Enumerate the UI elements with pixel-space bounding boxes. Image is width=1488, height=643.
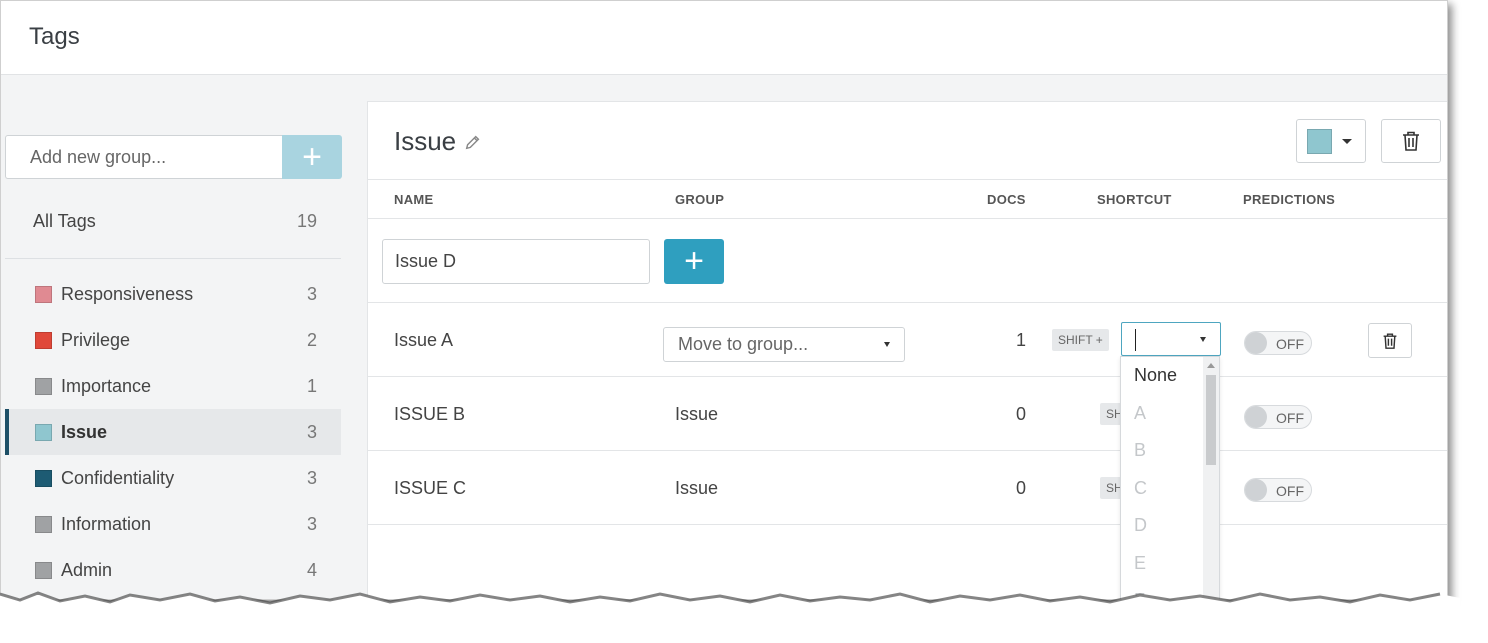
move-to-group-select[interactable]: Move to group... — [663, 327, 905, 362]
sidebar-item-admin[interactable]: Admin 4 — [5, 547, 341, 593]
table-row: ISSUE C Issue 0 SH OFF — [368, 451, 1447, 525]
sidebar-item-count: 3 — [306, 513, 317, 534]
sidebar: Add new group... + All Tags 19 Responsiv… — [1, 75, 367, 599]
caret-down-icon — [1342, 138, 1352, 144]
sidebar-item-all-tags[interactable]: All Tags 19 — [5, 199, 341, 243]
color-swatch — [35, 561, 52, 579]
delete-tag-button[interactable] — [1368, 323, 1412, 358]
color-swatch — [35, 331, 52, 349]
tag-name: Issue A — [394, 330, 454, 350]
color-swatch — [35, 285, 52, 303]
text-cursor — [1135, 329, 1136, 351]
sidebar-item-label: Information — [61, 513, 152, 534]
sidebar-item-label: Admin — [61, 559, 113, 580]
predictions-toggle[interactable]: OFF — [1244, 405, 1312, 429]
column-header-name: NAME — [394, 192, 434, 207]
toggle-knob — [1245, 479, 1267, 501]
toggle-label: OFF — [1276, 483, 1304, 499]
group-color-chip — [1307, 128, 1332, 154]
column-header-shortcut: SHORTCUT — [1097, 192, 1172, 207]
shortcut-dropdown-list: None A B C D E F — [1120, 356, 1220, 599]
toggle-label: OFF — [1276, 336, 1304, 352]
toggle-knob — [1245, 406, 1267, 428]
tags-window: Tags Add new group... + All Tags 19 Resp… — [0, 0, 1448, 600]
sidebar-item-count: 1 — [306, 375, 317, 396]
sidebar-item-label: Importance — [61, 375, 152, 396]
tag-name: ISSUE B — [394, 404, 466, 424]
sidebar-item-importance[interactable]: Importance 1 — [5, 363, 341, 409]
sidebar-item-responsiveness[interactable]: Responsiveness 3 — [5, 271, 341, 317]
tag-group: Issue — [675, 404, 719, 424]
sidebar-item-confidentiality[interactable]: Confidentiality 3 — [5, 455, 341, 501]
sidebar-item-label: Issue — [61, 421, 108, 442]
column-header-predictions: PREDICTIONS — [1243, 192, 1336, 207]
tag-docs-count: 0 — [1016, 478, 1027, 498]
sidebar-item-count: 3 — [306, 467, 317, 488]
group-title: Issue — [394, 126, 482, 157]
move-to-group-value: Move to group... — [678, 334, 809, 354]
color-swatch — [35, 377, 52, 395]
caret-down-icon — [884, 342, 890, 347]
sidebar-item-count: 2 — [306, 329, 317, 350]
all-tags-label: All Tags — [33, 210, 96, 231]
toggle-knob — [1245, 332, 1267, 354]
group-color-picker[interactable] — [1296, 119, 1366, 163]
scrollbar-thumb[interactable] — [1206, 375, 1216, 465]
column-header-docs: DOCS — [987, 192, 1026, 207]
caret-down-icon — [1200, 337, 1206, 342]
pencil-icon[interactable] — [464, 133, 482, 151]
table-header: NAME GROUP DOCS SHORTCUT PREDICTIONS — [368, 179, 1447, 219]
sidebar-item-label: Confidentiality — [61, 467, 175, 488]
new-tag-row: Issue D + — [368, 220, 1447, 303]
tag-group: Issue — [675, 478, 719, 498]
torn-edge — [0, 591, 1460, 628]
sidebar-divider — [5, 258, 341, 259]
add-group-input[interactable]: Add new group... — [5, 135, 283, 179]
add-group-button[interactable]: + — [282, 135, 342, 179]
shortcut-select[interactable] — [1121, 322, 1221, 356]
column-header-group: GROUP — [675, 192, 725, 207]
tag-group-list: Responsiveness 3 Privilege 2 Importance … — [5, 271, 341, 593]
tag-group-panel: Issue NAME GROUP DOCS SHORTCUT PREDICTIO… — [367, 101, 1447, 599]
sidebar-item-count: 3 — [306, 421, 317, 442]
sidebar-item-information[interactable]: Information 3 — [5, 501, 341, 547]
sidebar-item-privilege[interactable]: Privilege 2 — [5, 317, 341, 363]
group-title-text: Issue — [394, 126, 457, 156]
add-group-placeholder: Add new group... — [30, 146, 167, 167]
sidebar-item-issue[interactable]: Issue 3 — [5, 409, 341, 455]
sidebar-item-count: 4 — [306, 559, 317, 580]
scroll-up-icon[interactable] — [1207, 363, 1215, 368]
predictions-toggle[interactable]: OFF — [1244, 331, 1312, 355]
add-tag-button[interactable]: + — [664, 239, 724, 284]
tag-name: ISSUE C — [394, 478, 467, 498]
delete-group-button[interactable] — [1381, 119, 1441, 163]
shortcut-prefix-badge: SHIFT + — [1052, 329, 1109, 351]
tag-docs-count: 1 — [1016, 330, 1027, 350]
sidebar-item-label: Privilege — [61, 329, 131, 350]
predictions-toggle[interactable]: OFF — [1244, 478, 1312, 502]
dropdown-scrollbar[interactable] — [1203, 357, 1219, 599]
color-swatch — [35, 469, 52, 487]
table-row: ISSUE B Issue 0 SH OFF — [368, 377, 1447, 451]
color-swatch — [35, 423, 52, 441]
table-row: Issue A Move to group... 1 SHIFT + OFF — [368, 303, 1447, 377]
trash-icon — [1383, 332, 1397, 349]
sidebar-item-count: 3 — [306, 283, 317, 304]
page-title: Tags — [29, 23, 80, 50]
tag-docs-count: 0 — [1016, 404, 1027, 424]
toggle-label: OFF — [1276, 410, 1304, 426]
color-swatch — [35, 515, 52, 533]
sidebar-item-label: Responsiveness — [61, 283, 194, 304]
all-tags-count: 19 — [296, 210, 317, 231]
trash-icon — [1403, 131, 1419, 151]
new-tag-input[interactable]: Issue D — [382, 239, 650, 284]
app-header: Tags — [1, 1, 1447, 75]
